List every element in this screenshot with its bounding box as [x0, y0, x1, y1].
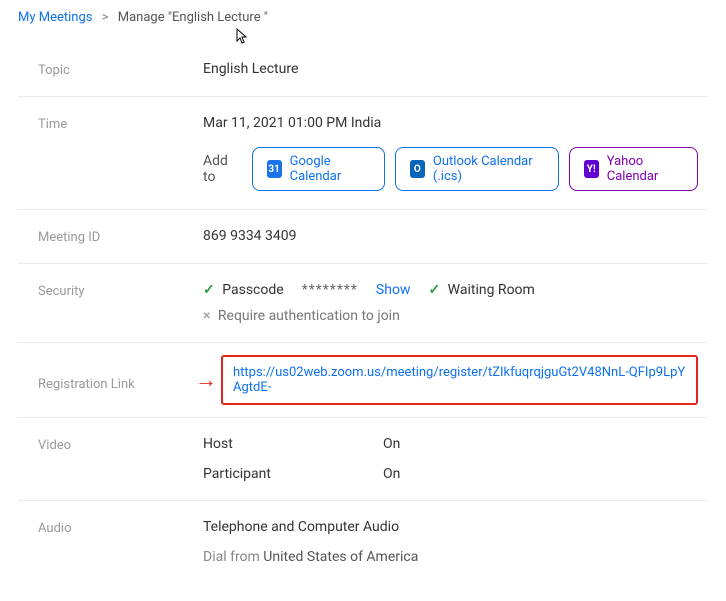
meeting-id-row: Meeting ID 869 9334 3409	[18, 210, 708, 264]
video-participant-label: Participant	[203, 466, 383, 482]
check-icon: ✓	[428, 282, 440, 298]
google-calendar-button[interactable]: 31 Google Calendar	[252, 147, 385, 191]
yahoo-calendar-icon: Y!	[584, 160, 599, 178]
passcode-label: Passcode	[222, 282, 283, 298]
dial-country: United States of America	[263, 549, 418, 565]
breadcrumb-root-link[interactable]: My Meetings	[18, 10, 92, 25]
video-row: Video Host On Participant On	[18, 418, 708, 501]
registration-row: Registration Link → https://us02web.zoom…	[18, 343, 708, 418]
auth-label: Require authentication to join	[218, 308, 400, 324]
video-label: Video	[38, 436, 203, 453]
topic-value: English Lecture	[203, 61, 708, 77]
time-value: Mar 11, 2021 01:00 PM India	[203, 115, 708, 131]
dial-prefix: Dial from	[203, 549, 263, 565]
arrow-annotation-icon: →	[195, 367, 215, 393]
meeting-id-label: Meeting ID	[38, 228, 203, 245]
audio-label: Audio	[38, 519, 203, 536]
yahoo-calendar-button[interactable]: Y! Yahoo Calendar	[569, 147, 698, 191]
audio-value: Telephone and Computer Audio	[203, 519, 708, 535]
yahoo-calendar-label: Yahoo Calendar	[607, 154, 683, 184]
video-host-value: On	[383, 436, 503, 452]
outlook-calendar-button[interactable]: O Outlook Calendar (.ics)	[395, 147, 559, 191]
registration-link[interactable]: https://us02web.zoom.us/meeting/register…	[221, 355, 698, 405]
time-row: Time Mar 11, 2021 01:00 PM India Add to …	[18, 97, 708, 210]
waiting-room-item: ✓ Waiting Room	[428, 282, 534, 298]
check-icon: ✓	[203, 282, 215, 298]
video-host-label: Host	[203, 436, 383, 452]
security-row: Security ✓ Passcode ******** Show ✓ Wait…	[18, 264, 708, 343]
breadcrumb-current: Manage "English Lecture "	[118, 10, 268, 25]
audio-dial-info: Dial from United States of America	[203, 549, 708, 565]
breadcrumb-separator: >	[102, 10, 109, 25]
registration-label: Registration Link	[38, 369, 203, 392]
show-passcode-link[interactable]: Show	[376, 282, 411, 298]
cross-icon: ×	[203, 308, 210, 324]
video-participant-value: On	[383, 466, 503, 482]
topic-label: Topic	[38, 61, 203, 78]
passcode-mask: ********	[302, 282, 358, 298]
google-calendar-icon: 31	[267, 160, 282, 178]
time-label: Time	[38, 115, 203, 132]
security-label: Security	[38, 282, 203, 299]
topic-row: Topic English Lecture	[18, 43, 708, 97]
add-to-label: Add to	[203, 153, 238, 185]
meeting-id-value: 869 9334 3409	[203, 228, 708, 244]
audio-row: Audio Telephone and Computer Audio Dial …	[18, 501, 708, 571]
waiting-room-label: Waiting Room	[448, 282, 535, 298]
auth-item: × Require authentication to join	[203, 308, 708, 324]
outlook-calendar-label: Outlook Calendar (.ics)	[433, 154, 544, 184]
passcode-item: ✓ Passcode	[203, 282, 284, 298]
breadcrumb: My Meetings > Manage "English Lecture "	[18, 10, 708, 25]
google-calendar-label: Google Calendar	[290, 154, 370, 184]
outlook-calendar-icon: O	[410, 160, 425, 178]
